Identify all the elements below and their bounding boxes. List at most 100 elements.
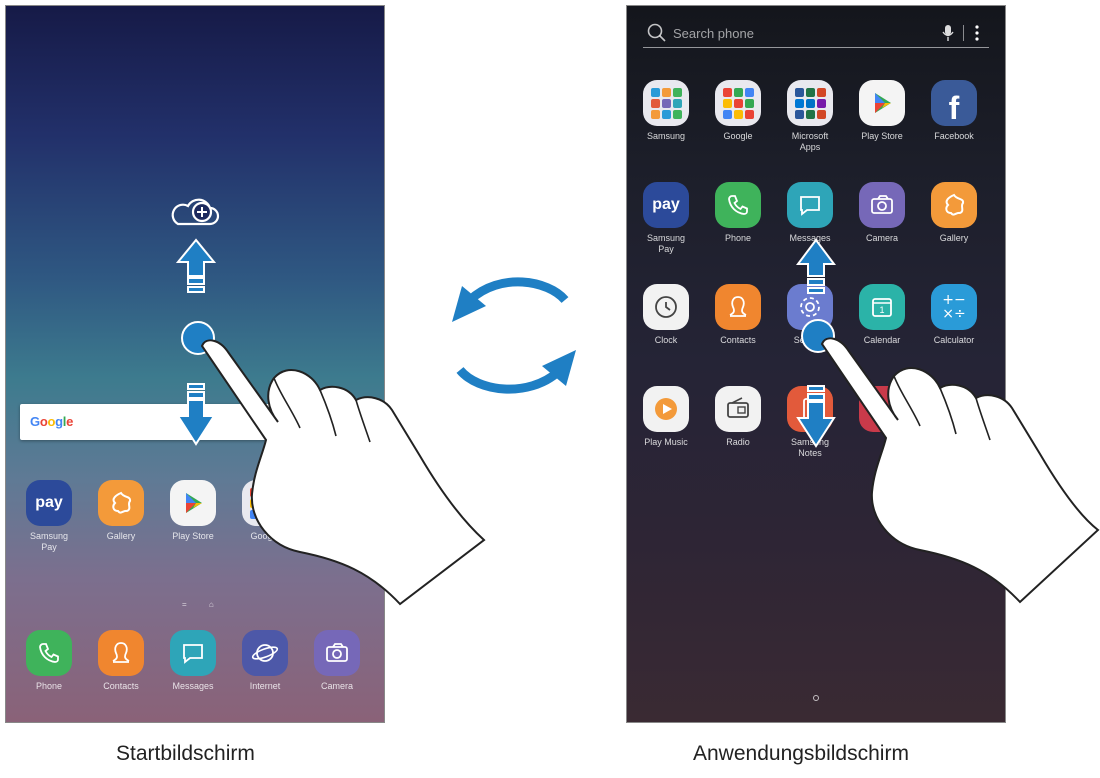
microsoft-folder-icon [314, 480, 360, 526]
pay-icon: pay [643, 182, 689, 228]
app-label: Clock [654, 335, 678, 345]
app-label: Settings [793, 335, 827, 345]
app-label: Camera [865, 233, 898, 243]
facebook-icon: f [931, 80, 977, 126]
play-store-icon [859, 80, 905, 126]
app-label: Camera [320, 681, 353, 691]
google-folder-icon [715, 80, 761, 126]
app-microsoft-apps[interactable]: Microsoft Apps [777, 80, 843, 153]
google-folder-icon [242, 480, 288, 526]
app-label: Messages [172, 681, 214, 691]
app-label: Samsung Pay [29, 531, 69, 552]
settings-gear-icon [787, 284, 833, 330]
internet-icon [242, 630, 288, 676]
app-facebook[interactable]: f Facebook [921, 80, 987, 142]
play-store-icon [170, 480, 216, 526]
app-label: Samsung [646, 131, 686, 141]
app-camera[interactable]: Camera [849, 182, 915, 244]
app-messages[interactable]: Messages [160, 630, 226, 692]
google-search-widget[interactable]: Google [20, 404, 270, 440]
app-samsung-pay[interactable]: pay Samsung Pay [633, 182, 699, 255]
app-label: Contacts [720, 335, 756, 345]
play-music-icon [643, 386, 689, 432]
app-google[interactable]: Google [232, 480, 298, 542]
app-contacts[interactable]: Contacts [705, 284, 771, 346]
calculator-icon: +− ×÷ [931, 284, 977, 330]
caption-apps-screen: Anwendungsbildschirm [693, 742, 909, 765]
clock-icon [643, 284, 689, 330]
illustration: Google pay Samsung Pay Gallery Play Store Go… [0, 0, 1100, 778]
gallery-flower-icon [931, 182, 977, 228]
app-play-music[interactable]: Play Music [633, 386, 699, 448]
app-label: Gallery [106, 531, 136, 541]
app-gallery[interactable]: Gallery [88, 480, 154, 542]
app-label: Microsoft Apps [791, 131, 829, 152]
app-calculator[interactable]: +− ×÷ Calculator [921, 284, 987, 346]
svg-text:1: 1 [879, 305, 884, 315]
app-label: Facebook [934, 131, 974, 141]
app-radio[interactable]: Radio [705, 386, 771, 448]
app-label: Microsoft Apps [318, 531, 356, 552]
app-label: Gallery [939, 233, 969, 243]
app-label: Internet [249, 681, 281, 691]
camera-icon [314, 630, 360, 676]
app-samsung[interactable]: Samsung [633, 80, 699, 142]
phone-icon [715, 182, 761, 228]
app-label: Google [250, 531, 280, 541]
app-label: Calculator [933, 335, 975, 345]
arrow-top-head [452, 286, 486, 322]
contacts-icon [98, 630, 144, 676]
app-microsoft-apps[interactable]: Microsoft Apps [304, 480, 370, 553]
messages-icon [170, 630, 216, 676]
app-label: Google [723, 131, 753, 141]
page-indicator: = ⌂ [182, 600, 224, 609]
app-internet[interactable]: Internet [232, 630, 298, 692]
app-label: Samsung Pay [646, 233, 686, 254]
app-label: Radio [726, 437, 750, 447]
app-phone[interactable]: Phone [705, 182, 771, 244]
app-label: Play Music [644, 437, 688, 447]
samsung-folder-icon [643, 80, 689, 126]
contacts-icon [715, 284, 761, 330]
app-contacts[interactable]: Contacts [88, 630, 154, 692]
arrow-bottom-head [542, 350, 576, 386]
app-play-store[interactable]: Play Store [849, 80, 915, 142]
more-options-icon[interactable] [973, 24, 981, 42]
search-divider [963, 25, 964, 41]
arrow-bottom-curve [456, 366, 561, 394]
app-clock[interactable]: Clock [633, 284, 699, 346]
camera-icon [859, 182, 905, 228]
app-calendar[interactable]: 1 Calendar [849, 284, 915, 346]
arrow-top-curve [466, 277, 569, 304]
google-logo: Google [30, 414, 74, 429]
app-samsung-notes[interactable]: Samsung Notes [777, 386, 843, 459]
radio-icon [715, 386, 761, 432]
search-icon[interactable] [647, 23, 667, 43]
app-label: Samsung Notes [790, 437, 830, 458]
app-google[interactable]: Google [705, 80, 771, 142]
app-play-store[interactable]: Play Store [160, 480, 226, 542]
apps-screen: Samsung Google Microsoft Apps Play Store f Fa… [626, 5, 1006, 723]
app-label: Messages [789, 233, 831, 243]
microphone-icon[interactable] [941, 24, 955, 42]
search-bar[interactable] [643, 18, 989, 48]
calendar-icon: 1 [859, 284, 905, 330]
caption-home-screen: Startbildschirm [116, 742, 255, 765]
gallery-flower-icon [98, 480, 144, 526]
app-messages[interactable]: Messages [777, 182, 843, 244]
app-label: Phone [724, 233, 752, 243]
app-voice-recorder[interactable] [849, 386, 915, 437]
app-label: Phone [35, 681, 63, 691]
app-gallery[interactable]: Gallery [921, 182, 987, 244]
home-screen: Google pay Samsung Pay Gallery Play Store Go… [5, 5, 385, 723]
app-phone[interactable]: Phone [16, 630, 82, 692]
app-label: Calendar [863, 335, 901, 345]
microsoft-folder-icon [787, 80, 833, 126]
search-input[interactable] [673, 23, 923, 43]
app-camera[interactable]: Camera [304, 630, 370, 692]
app-settings[interactable]: Settings [777, 284, 843, 346]
home-indicator [813, 695, 819, 701]
app-label: Play Store [861, 131, 903, 141]
app-samsung-pay[interactable]: pay Samsung Pay [16, 480, 82, 553]
pay-icon: pay [26, 480, 72, 526]
